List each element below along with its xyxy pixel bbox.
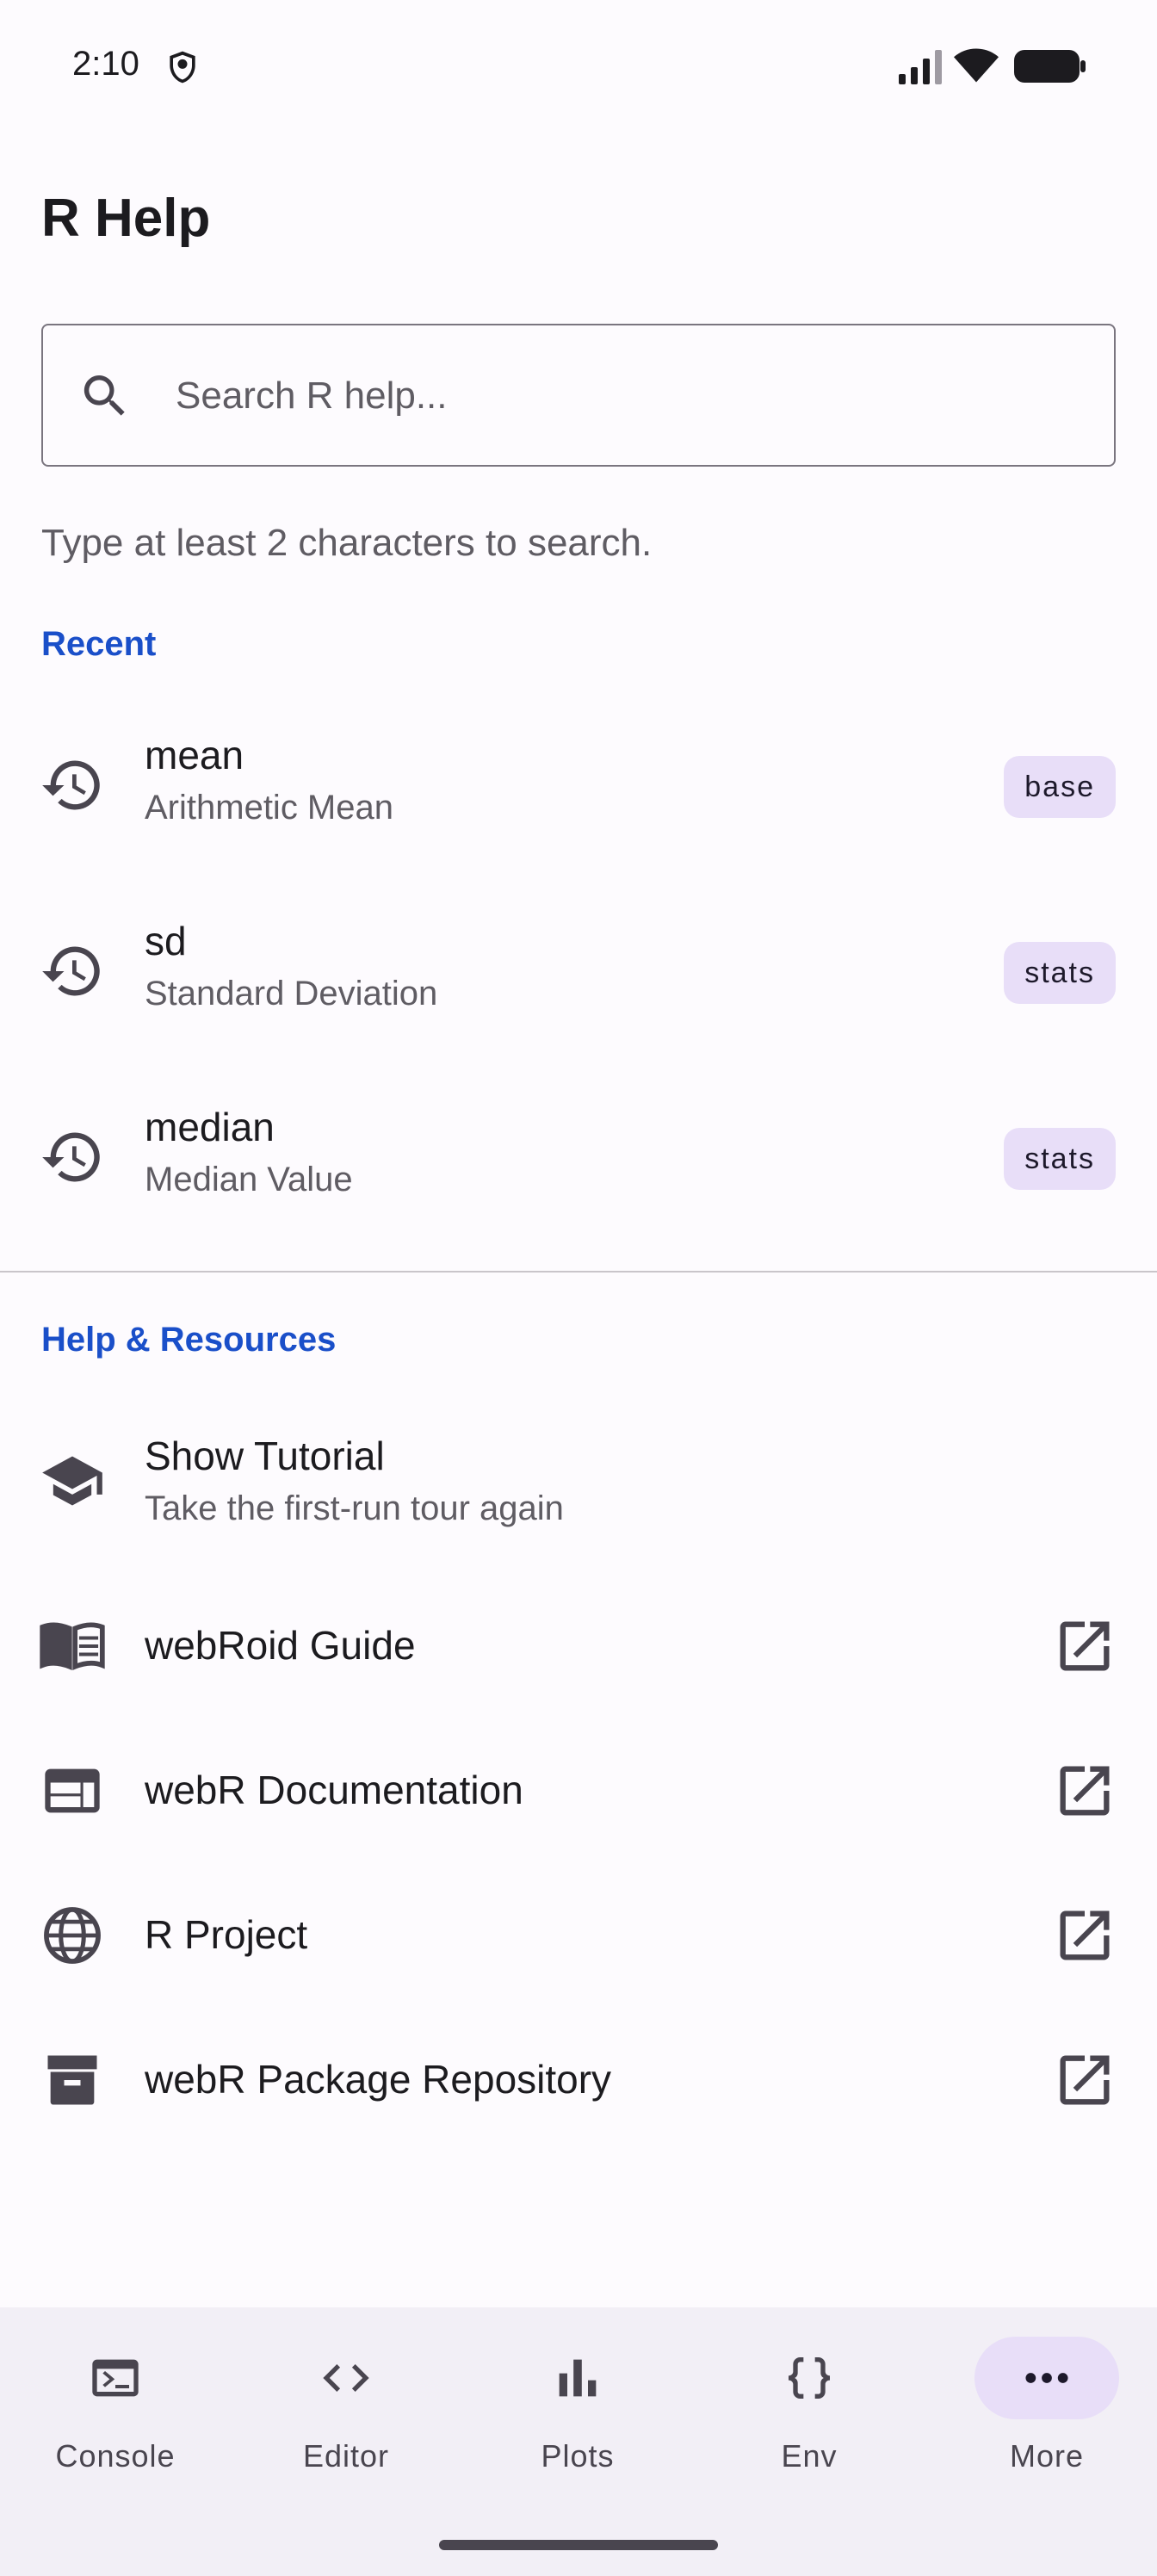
web-icon bbox=[45, 1768, 100, 1813]
book-icon bbox=[40, 1622, 105, 1670]
webroid-guide-title: webRoid Guide bbox=[145, 1623, 416, 1668]
r-project-link[interactable]: R Project bbox=[0, 1863, 1157, 2008]
terminal-icon bbox=[92, 2359, 139, 2397]
show-tutorial-title: Show Tutorial bbox=[145, 1434, 385, 1478]
home-indicator[interactable] bbox=[439, 2540, 718, 2550]
recent-section-label: Recent bbox=[41, 625, 157, 663]
show-tutorial-subtitle: Take the first-run tour again bbox=[145, 1489, 564, 1527]
nav-label: Console bbox=[55, 2438, 176, 2474]
nav-label: Editor bbox=[302, 2438, 390, 2474]
open-in-new-icon bbox=[1060, 1910, 1110, 1960]
nav-editor[interactable]: Editor bbox=[231, 2337, 461, 2492]
r-project-title: R Project bbox=[145, 1912, 308, 1957]
history-icon bbox=[42, 760, 100, 810]
globe-icon bbox=[44, 1907, 101, 1964]
recent-item-title: sd bbox=[145, 919, 187, 963]
wifi-icon bbox=[954, 48, 999, 83]
status-time: 2:10 bbox=[72, 45, 139, 83]
recent-item-subtitle: Median Value bbox=[145, 1161, 353, 1198]
page-title: R Help bbox=[41, 189, 211, 248]
recent-item-median[interactable]: median Median Value stats bbox=[0, 1078, 1157, 1250]
shield-icon bbox=[170, 51, 195, 84]
recent-item-mean[interactable]: mean Arithmetic Mean base bbox=[0, 706, 1157, 878]
webr-documentation-link[interactable]: webR Documentation bbox=[0, 1718, 1157, 1863]
package-badge: base bbox=[1004, 756, 1116, 818]
nav-more[interactable]: More bbox=[931, 2337, 1157, 2492]
recent-item-subtitle: Standard Deviation bbox=[145, 975, 438, 1012]
open-in-new-icon bbox=[1060, 2055, 1110, 2105]
search-input[interactable] bbox=[176, 360, 1080, 432]
webr-documentation-title: webR Documentation bbox=[145, 1768, 523, 1812]
archive-icon bbox=[47, 2055, 97, 2105]
show-tutorial-item[interactable]: Show Tutorial Take the first-run tour ag… bbox=[0, 1409, 1157, 1553]
nav-label: More bbox=[1009, 2438, 1085, 2474]
status-bar: 2:10 bbox=[0, 0, 1157, 138]
more-horiz-icon bbox=[1025, 2373, 1068, 2383]
bottom-navigation: Console Editor Plots Env More bbox=[0, 2307, 1157, 2576]
search-field[interactable] bbox=[41, 324, 1116, 467]
nav-console[interactable]: Console bbox=[0, 2337, 231, 2492]
webroid-guide-link[interactable]: webRoid Guide bbox=[0, 1574, 1157, 1718]
nav-label: Env bbox=[781, 2438, 838, 2474]
nav-label: Plots bbox=[541, 2438, 615, 2474]
webr-package-repository-link[interactable]: webR Package Repository bbox=[0, 2008, 1157, 2152]
search-icon bbox=[84, 375, 125, 416]
history-icon bbox=[42, 1132, 100, 1182]
recent-item-subtitle: Arithmetic Mean bbox=[145, 789, 393, 827]
recent-item-sd[interactable]: sd Standard Deviation stats bbox=[0, 892, 1157, 1064]
search-hint: Type at least 2 characters to search. bbox=[41, 522, 653, 564]
resources-section-label: Help & Resources bbox=[41, 1321, 337, 1359]
history-icon bbox=[42, 946, 100, 996]
open-in-new-icon bbox=[1060, 1766, 1110, 1816]
braces-icon bbox=[789, 2357, 830, 2399]
school-icon bbox=[42, 1456, 102, 1506]
nav-env[interactable]: Env bbox=[694, 2337, 925, 2492]
package-badge: stats bbox=[1004, 1128, 1116, 1190]
signal-icon bbox=[899, 50, 942, 84]
code-icon bbox=[323, 2364, 369, 2392]
webr-package-repository-title: webR Package Repository bbox=[145, 2057, 612, 2102]
battery-icon bbox=[1014, 50, 1086, 83]
recent-item-title: median bbox=[145, 1105, 275, 1149]
nav-plots[interactable]: Plots bbox=[462, 2337, 693, 2492]
bar-chart-icon bbox=[559, 2359, 597, 2397]
package-badge: stats bbox=[1004, 942, 1116, 1004]
open-in-new-icon bbox=[1060, 1621, 1110, 1671]
section-divider bbox=[0, 1271, 1157, 1273]
recent-item-title: mean bbox=[145, 733, 244, 777]
